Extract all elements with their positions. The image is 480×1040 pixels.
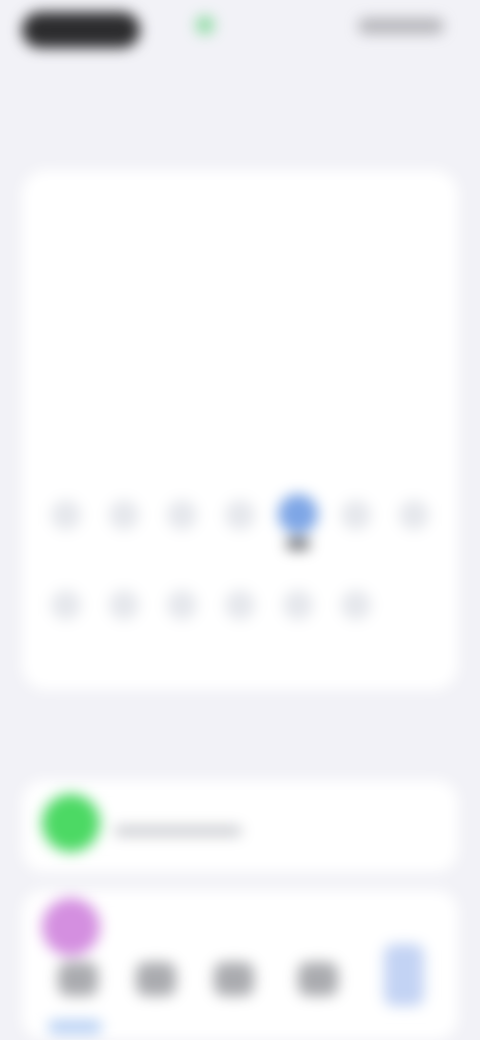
activity-item-subtitle	[114, 826, 242, 836]
day-marker	[109, 590, 139, 620]
active-indicator-icon	[196, 16, 214, 34]
home-icon[interactable]	[58, 962, 98, 996]
calendar-day[interactable]	[156, 420, 208, 460]
mindfulness-icon	[42, 898, 100, 956]
calendar-day[interactable]	[330, 335, 382, 375]
calendar-day[interactable]	[156, 335, 208, 375]
day-marker	[341, 500, 371, 530]
calendar-day[interactable]	[98, 250, 150, 290]
calendar-day[interactable]	[156, 590, 208, 630]
calendar-day[interactable]	[272, 250, 324, 290]
calendar-day[interactable]	[98, 500, 150, 540]
calendar-day[interactable]	[272, 590, 324, 630]
tab-bar	[0, 944, 480, 1040]
calendar-day[interactable]	[40, 590, 92, 630]
calendar-day[interactable]	[330, 500, 382, 540]
day-marker	[51, 590, 81, 620]
calendar-day[interactable]	[40, 420, 92, 460]
day-marker	[278, 494, 318, 534]
calendar-day[interactable]	[40, 500, 92, 540]
day-marker	[167, 500, 197, 530]
calendar-icon[interactable]	[136, 962, 176, 996]
today-indicator	[286, 538, 310, 550]
calendar-day[interactable]	[214, 420, 266, 460]
blurred-screen	[0, 0, 480, 1040]
calendar-day[interactable]	[388, 420, 440, 460]
calendar-day[interactable]	[156, 250, 208, 290]
day-marker	[225, 500, 255, 530]
calendar-day[interactable]	[40, 335, 92, 375]
status-bar	[0, 0, 480, 60]
settings-icon[interactable]	[384, 944, 424, 1006]
status-icons	[358, 18, 444, 34]
day-marker	[225, 590, 255, 620]
tab-indicator	[48, 1020, 102, 1034]
calendar-day[interactable]	[388, 250, 440, 290]
calendar-day[interactable]	[214, 500, 266, 540]
calendar-day[interactable]	[98, 590, 150, 630]
day-marker	[51, 500, 81, 530]
calendar-day[interactable]	[388, 500, 440, 540]
calendar-day[interactable]	[330, 420, 382, 460]
calendar-day[interactable]	[214, 250, 266, 290]
stats-icon[interactable]	[214, 962, 254, 996]
calendar-day[interactable]	[388, 590, 440, 630]
calendar-day[interactable]	[98, 420, 150, 460]
calendar-day[interactable]	[330, 250, 382, 290]
calendar-day[interactable]	[156, 500, 208, 540]
activity-item[interactable]	[22, 780, 458, 872]
day-marker	[399, 500, 429, 530]
calendar-day[interactable]	[272, 420, 324, 460]
day-marker	[341, 590, 371, 620]
day-marker	[109, 500, 139, 530]
calendar-day[interactable]	[330, 590, 382, 630]
calendar-day[interactable]	[214, 335, 266, 375]
calendar-day[interactable]	[214, 590, 266, 630]
activity-ring-icon	[42, 794, 100, 852]
day-marker	[283, 590, 313, 620]
calendar-day[interactable]	[40, 250, 92, 290]
calendar-day[interactable]	[272, 335, 324, 375]
calendar-day[interactable]	[98, 335, 150, 375]
calendar-day-today[interactable]	[272, 494, 324, 550]
day-marker	[167, 590, 197, 620]
calendar-day[interactable]	[388, 335, 440, 375]
profile-icon[interactable]	[298, 962, 338, 996]
dynamic-island	[22, 12, 140, 48]
